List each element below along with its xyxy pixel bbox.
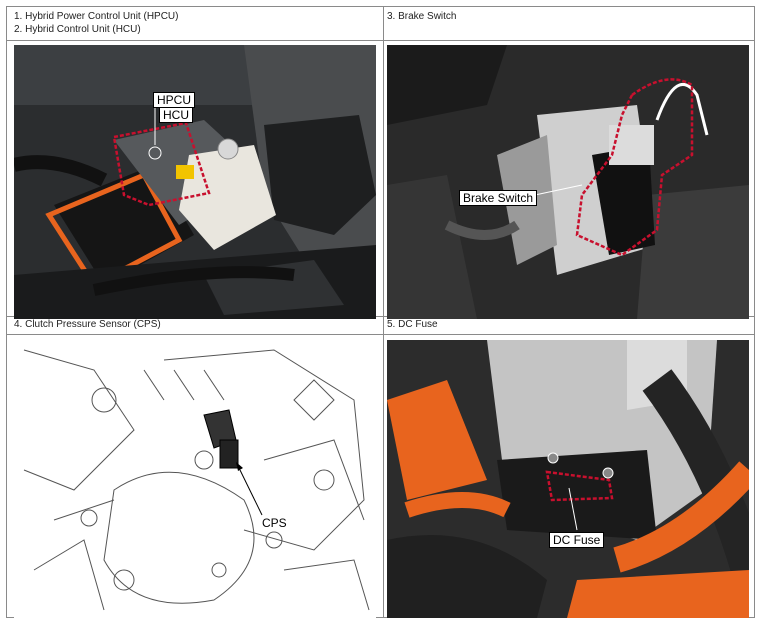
hpcu-hcu-photo	[14, 45, 376, 319]
cell-3-header: 3. Brake Switch	[387, 10, 456, 23]
row-divider	[7, 334, 754, 335]
hcu-callout: HCU	[159, 107, 193, 123]
header-line: 2. Hybrid Control Unit (HCU)	[14, 24, 141, 35]
cell-5-header: 5. DC Fuse	[387, 318, 438, 331]
header-line: 5. DC Fuse	[387, 319, 438, 330]
header-line: 4. Clutch Pressure Sensor (CPS)	[14, 319, 161, 330]
cps-drawing	[14, 340, 376, 618]
cell-4-header: 4. Clutch Pressure Sensor (CPS)	[14, 318, 161, 331]
brake-switch-photo	[387, 45, 749, 319]
cell-1-header: 1. Hybrid Power Control Unit (HPCU) 2. H…	[14, 10, 179, 36]
row-divider	[7, 40, 754, 41]
header-line: 3. Brake Switch	[387, 11, 457, 22]
hpcu-callout: HPCU	[153, 92, 196, 108]
header-line: 1. Hybrid Power Control Unit (HPCU)	[14, 11, 179, 22]
column-divider	[383, 7, 384, 617]
dc-fuse-photo	[387, 340, 749, 618]
brake-switch-callout: Brake Switch	[459, 190, 538, 206]
cps-label: CPS	[262, 516, 287, 530]
dc-fuse-callout: DC Fuse	[549, 532, 605, 548]
